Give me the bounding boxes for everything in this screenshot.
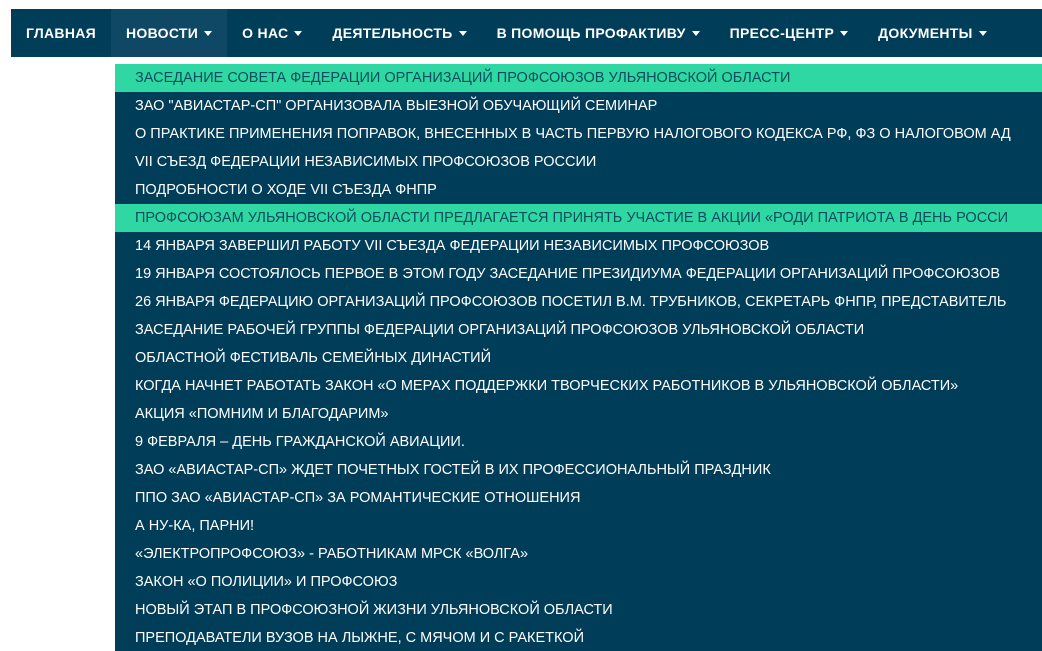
- nav-item-label: НОВОСТИ: [126, 25, 199, 41]
- caret-down-icon: [978, 31, 987, 36]
- dropdown-item[interactable]: 26 ЯНВАРЯ ФЕДЕРАЦИЮ ОРГАНИЗАЦИЙ ПРОФСОЮЗ…: [115, 288, 1042, 316]
- dropdown-item[interactable]: 19 ЯНВАРЯ СОСТОЯЛОСЬ ПЕРВОЕ В ЭТОМ ГОДУ …: [115, 260, 1042, 288]
- caret-down-icon: [204, 31, 213, 36]
- nav-item-label: ПРЕСС-ЦЕНТР: [729, 25, 835, 41]
- nav-item-home[interactable]: ГЛАВНАЯ: [11, 9, 111, 57]
- news-dropdown-menu: ЗАСЕДАНИЕ СОВЕТА ФЕДЕРАЦИИ ОРГАНИЗАЦИЙ П…: [115, 64, 1042, 651]
- caret-down-icon: [840, 31, 849, 36]
- dropdown-item[interactable]: ЗАСЕДАНИЕ РАБОЧЕЙ ГРУППЫ ФЕДЕРАЦИИ ОРГАН…: [115, 316, 1042, 344]
- dropdown-item[interactable]: А НУ-КА, ПАРНИ!: [115, 512, 1042, 540]
- nav-item-activist-help[interactable]: В ПОМОЩЬ ПРОФАКТИВУ: [482, 9, 715, 57]
- nav-item-news[interactable]: НОВОСТИ: [111, 9, 228, 57]
- nav-item-activity[interactable]: ДЕЯТЕЛЬНОСТЬ: [317, 9, 481, 57]
- dropdown-item[interactable]: ПРОФСОЮЗАМ УЛЬЯНОВСКОЙ ОБЛАСТИ ПРЕДЛАГАЕ…: [115, 204, 1042, 232]
- nav-item-label: ДЕЯТЕЛЬНОСТЬ: [332, 25, 453, 41]
- dropdown-item[interactable]: ЗАО "АВИАСТАР-СП" ОРГАНИЗОВАЛА ВЫЕЗНОЙ О…: [115, 92, 1042, 120]
- dropdown-item[interactable]: ЗАО «АВИАСТАР-СП» ЖДЕТ ПОЧЕТНЫХ ГОСТЕЙ В…: [115, 456, 1042, 484]
- nav-item-label: ГЛАВНАЯ: [26, 25, 97, 41]
- dropdown-item[interactable]: НОВЫЙ ЭТАП В ПРОФСОЮЗНОЙ ЖИЗНИ УЛЬЯНОВСК…: [115, 596, 1042, 624]
- caret-down-icon: [294, 31, 303, 36]
- dropdown-item[interactable]: 14 ЯНВАРЯ ЗАВЕРШИЛ РАБОТУ VII СЪЕЗДА ФЕД…: [115, 232, 1042, 260]
- nav-item-label: ДОКУМЕНТЫ: [878, 25, 973, 41]
- nav-item-press-center[interactable]: ПРЕСС-ЦЕНТР: [715, 9, 864, 57]
- nav-item-label: О НАС: [242, 25, 289, 41]
- dropdown-item[interactable]: VII СЪЕЗД ФЕДЕРАЦИИ НЕЗАВИСИМЫХ ПРОФСОЮЗ…: [115, 148, 1042, 176]
- nav-item-label: В ПОМОЩЬ ПРОФАКТИВУ: [496, 25, 686, 41]
- nav-item-documents[interactable]: ДОКУМЕНТЫ: [863, 9, 1002, 57]
- dropdown-item[interactable]: «ЭЛЕКТРОПРОФСОЮЗ» - РАБОТНИКАМ МРСК «ВОЛ…: [115, 540, 1042, 568]
- dropdown-item[interactable]: КОГДА НАЧНЕТ РАБОТАТЬ ЗАКОН «О МЕРАХ ПОД…: [115, 372, 1042, 400]
- caret-down-icon: [691, 31, 700, 36]
- caret-down-icon: [458, 31, 467, 36]
- dropdown-item[interactable]: ОБЛАСТНОЙ ФЕСТИВАЛЬ СЕМЕЙНЫХ ДИНАСТИЙ: [115, 344, 1042, 372]
- dropdown-item[interactable]: ПРЕПОДАВАТЕЛИ ВУЗОВ НА ЛЫЖНЕ, С МЯЧОМ И …: [115, 624, 1042, 651]
- main-navbar: ГЛАВНАЯ НОВОСТИ О НАС ДЕЯТЕЛЬНОСТЬ В ПОМ…: [11, 9, 1042, 57]
- dropdown-item[interactable]: АКЦИЯ «ПОМНИМ И БЛАГОДАРИМ»: [115, 400, 1042, 428]
- nav-item-about[interactable]: О НАС: [227, 9, 317, 57]
- dropdown-item[interactable]: 9 ФЕВРАЛЯ – ДЕНЬ ГРАЖДАНСКОЙ АВИАЦИИ.: [115, 428, 1042, 456]
- dropdown-item[interactable]: ЗАКОН «О ПОЛИЦИИ» И ПРОФСОЮЗ: [115, 568, 1042, 596]
- dropdown-item[interactable]: ПОДРОБНОСТИ О ХОДЕ VII СЪЕЗДА ФНПР: [115, 176, 1042, 204]
- dropdown-item[interactable]: ЗАСЕДАНИЕ СОВЕТА ФЕДЕРАЦИИ ОРГАНИЗАЦИЙ П…: [115, 64, 1042, 92]
- dropdown-item[interactable]: О ПРАКТИКЕ ПРИМЕНЕНИЯ ПОПРАВОК, ВНЕСЕННЫ…: [115, 120, 1042, 148]
- dropdown-item[interactable]: ППО ЗАО «АВИАСТАР-СП» ЗА РОМАНТИЧЕСКИЕ О…: [115, 484, 1042, 512]
